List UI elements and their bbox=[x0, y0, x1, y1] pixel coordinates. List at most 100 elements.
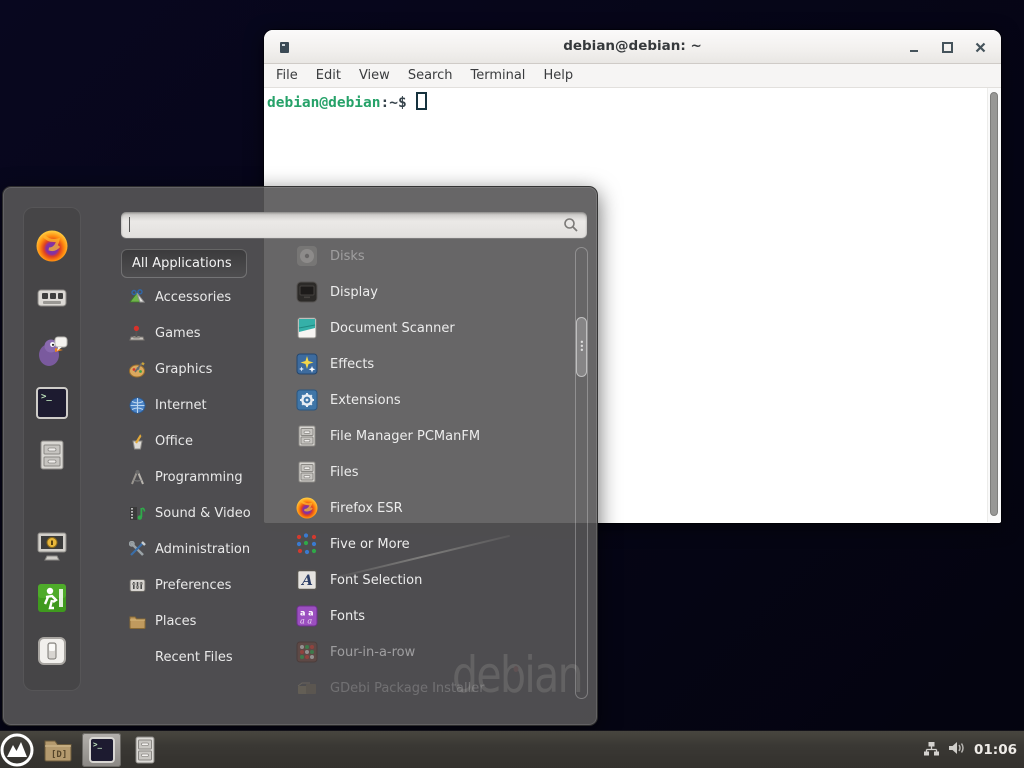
terminal-icon: >_ bbox=[88, 736, 116, 764]
search-input[interactable] bbox=[121, 212, 587, 238]
window-title: debian@debian: ~ bbox=[264, 38, 1001, 54]
scrollbar-grip-icon: ••• bbox=[580, 341, 585, 353]
shut-down-icon[interactable] bbox=[35, 634, 69, 668]
menu-edit[interactable]: Edit bbox=[307, 68, 350, 83]
taskbar: [D] >_ 01:06 bbox=[0, 730, 1024, 768]
app-gdebi-package-installer[interactable]: GDebi Package Installer bbox=[287, 670, 573, 706]
office-icon bbox=[129, 433, 146, 450]
app-extensions[interactable]: Extensions bbox=[287, 382, 573, 418]
app-firefox-esr[interactable]: Firefox ESR bbox=[287, 490, 573, 526]
menu-scrollbar-thumb[interactable]: ••• bbox=[576, 317, 587, 377]
category-office[interactable]: Office bbox=[121, 423, 281, 459]
category-administration[interactable]: Administration bbox=[121, 531, 281, 567]
svg-text:A: A bbox=[300, 573, 313, 589]
programming-icon bbox=[129, 469, 146, 486]
category-games[interactable]: Games bbox=[121, 315, 281, 351]
firefox-icon bbox=[295, 496, 319, 520]
document-scanner-icon bbox=[295, 316, 319, 340]
app-file-manager-pcmanfm[interactable]: File Manager PCManFM bbox=[287, 418, 573, 454]
places-icon bbox=[129, 613, 146, 630]
sound-video-icon bbox=[129, 505, 146, 522]
terminal-titlebar[interactable]: debian@debian: ~ bbox=[264, 30, 1001, 64]
taskbar-left-cluster: [D] >_ bbox=[0, 731, 164, 768]
taskbar-clock[interactable]: 01:06 bbox=[974, 742, 1017, 758]
taskbar-tray: 01:06 bbox=[923, 731, 1017, 768]
font-selection-icon: A bbox=[295, 568, 319, 592]
svg-text:>_: >_ bbox=[41, 392, 52, 402]
category-graphics[interactable]: Graphics bbox=[121, 351, 281, 387]
recent-files-spacer bbox=[129, 649, 146, 666]
application-list: Disks Display Document Scanner Effects E… bbox=[287, 238, 573, 706]
category-recent-files[interactable]: Recent Files bbox=[121, 639, 281, 675]
app-files[interactable]: Files bbox=[287, 454, 573, 490]
category-list: Accessories Games Graphics Internet Offi… bbox=[121, 279, 281, 675]
file-manager-pcmanfm-icon bbox=[295, 424, 319, 448]
log-out-icon[interactable] bbox=[35, 581, 69, 615]
five-or-more-icon bbox=[295, 532, 319, 556]
app-font-selection[interactable]: A Font Selection bbox=[287, 562, 573, 598]
prompt-user-host: debian@debian bbox=[267, 95, 381, 111]
display-icon bbox=[295, 280, 319, 304]
search-caret bbox=[129, 217, 130, 232]
pidgin-icon[interactable] bbox=[35, 334, 69, 368]
settings-mixer-icon[interactable] bbox=[35, 281, 69, 315]
menu-scrollbar[interactable]: ••• bbox=[575, 247, 588, 699]
file-cabinet-icon[interactable] bbox=[129, 734, 161, 766]
files-icon bbox=[295, 460, 319, 484]
category-all-applications[interactable]: All Applications bbox=[121, 249, 247, 278]
search-icon bbox=[563, 217, 579, 237]
application-menu: >_ All Applications bbox=[2, 186, 598, 726]
network-icon[interactable] bbox=[923, 741, 940, 760]
desktop-folder-icon[interactable]: [D] bbox=[42, 734, 74, 766]
category-programming[interactable]: Programming bbox=[121, 459, 281, 495]
menu-view[interactable]: View bbox=[350, 68, 399, 83]
category-sound-video[interactable]: Sound & Video bbox=[121, 495, 281, 531]
gdebi-icon bbox=[295, 676, 319, 700]
menu-terminal[interactable]: Terminal bbox=[461, 68, 534, 83]
favorites-column: >_ bbox=[23, 207, 81, 691]
extensions-icon bbox=[295, 388, 319, 412]
menu-file[interactable]: File bbox=[267, 68, 307, 83]
window-minimize-icon[interactable] bbox=[909, 42, 920, 53]
window-maximize-icon[interactable] bbox=[942, 42, 953, 53]
fonts-icon: a aa a bbox=[295, 604, 319, 628]
app-document-scanner[interactable]: Document Scanner bbox=[287, 310, 573, 346]
launcher-menu-icon[interactable] bbox=[0, 732, 36, 768]
svg-text:[D]: [D] bbox=[51, 750, 67, 760]
app-five-or-more[interactable]: Five or More bbox=[287, 526, 573, 562]
accessories-icon bbox=[129, 289, 146, 306]
svg-text:a a: a a bbox=[300, 617, 312, 626]
app-four-in-a-row[interactable]: Four-in-a-row bbox=[287, 634, 573, 670]
terminal-task-button[interactable]: >_ bbox=[82, 733, 121, 767]
terminal-scrollbar[interactable] bbox=[987, 88, 1001, 522]
category-internet[interactable]: Internet bbox=[121, 387, 281, 423]
disks-icon bbox=[295, 244, 319, 268]
category-accessories[interactable]: Accessories bbox=[121, 279, 281, 315]
firefox-icon[interactable] bbox=[35, 229, 69, 263]
games-icon bbox=[129, 325, 146, 342]
app-fonts[interactable]: a aa a Fonts bbox=[287, 598, 573, 634]
administration-icon bbox=[129, 541, 146, 558]
file-cabinet-icon[interactable] bbox=[35, 438, 69, 472]
preferences-icon bbox=[129, 577, 146, 594]
app-effects[interactable]: Effects bbox=[287, 346, 573, 382]
window-close-icon[interactable] bbox=[975, 42, 986, 53]
category-places[interactable]: Places bbox=[121, 603, 281, 639]
desktop: debian debian@debian: ~ File Edit View S… bbox=[0, 0, 1024, 768]
category-preferences[interactable]: Preferences bbox=[121, 567, 281, 603]
four-in-a-row-icon bbox=[295, 640, 319, 664]
graphics-icon bbox=[129, 361, 146, 378]
prompt-suffix: :~$ bbox=[381, 95, 407, 111]
terminal-icon[interactable]: >_ bbox=[35, 386, 69, 420]
lock-screen-icon[interactable] bbox=[35, 529, 69, 563]
menu-search[interactable]: Search bbox=[399, 68, 462, 83]
terminal-menubar: File Edit View Search Terminal Help bbox=[264, 64, 1001, 88]
svg-text:>_: >_ bbox=[93, 740, 103, 749]
app-disks[interactable]: Disks bbox=[287, 238, 573, 274]
terminal-cursor bbox=[416, 92, 427, 110]
effects-icon bbox=[295, 352, 319, 376]
terminal-scrollbar-thumb[interactable] bbox=[990, 92, 998, 516]
app-display[interactable]: Display bbox=[287, 274, 573, 310]
menu-help[interactable]: Help bbox=[534, 68, 582, 83]
volume-icon[interactable] bbox=[948, 740, 966, 760]
